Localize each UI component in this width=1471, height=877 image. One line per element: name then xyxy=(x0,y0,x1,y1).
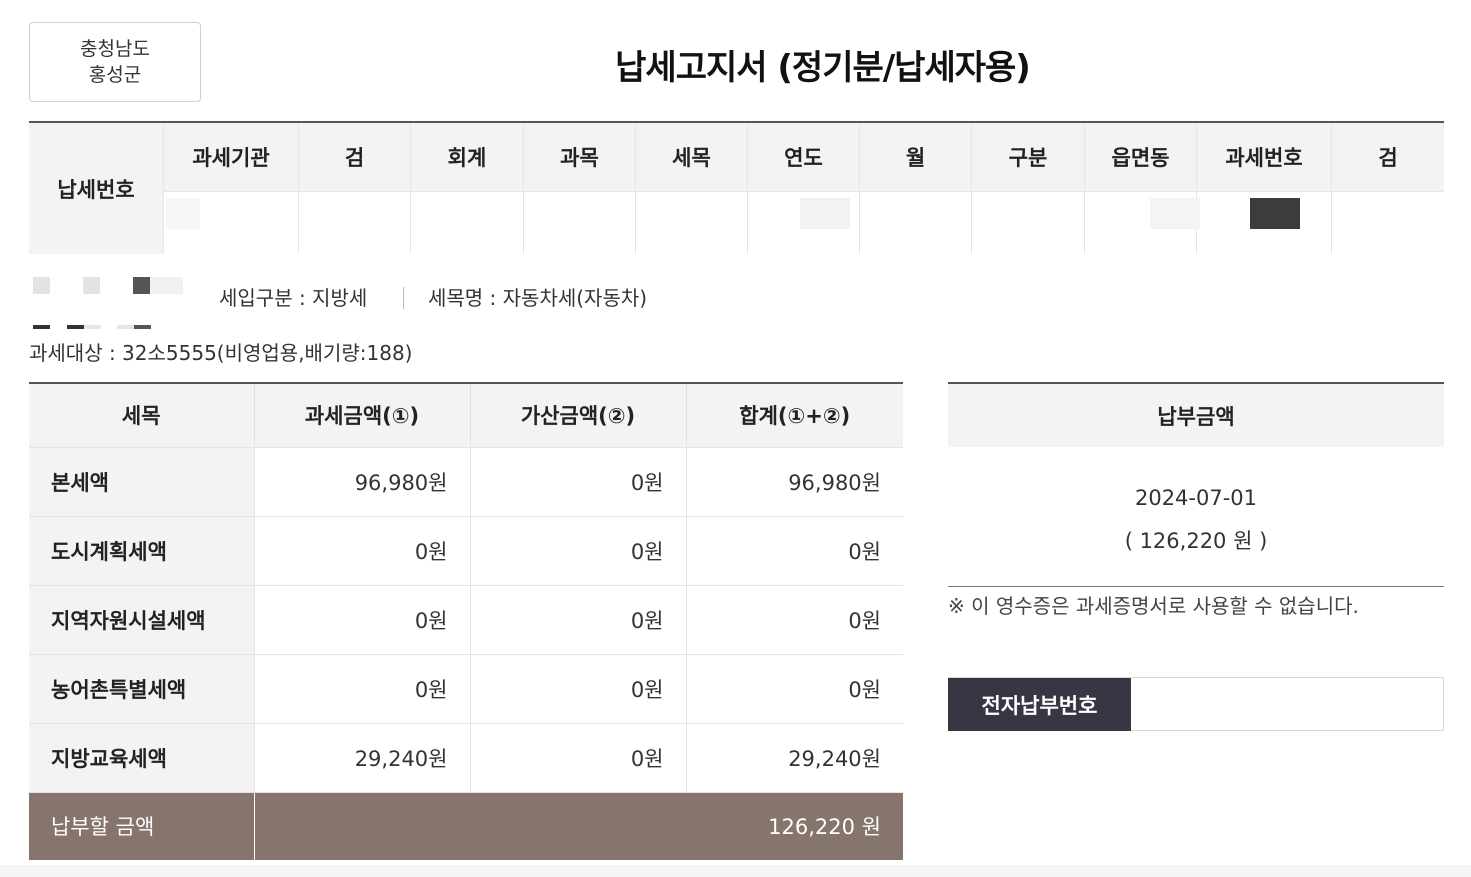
row-penalty: 0원 xyxy=(469,723,686,793)
val-account xyxy=(410,192,523,254)
table-row: 지방교육세액 29,240원 0원 29,240원 xyxy=(29,723,903,793)
val-check-1 xyxy=(298,192,410,254)
table-row: 농어촌특별세액 0원 0원 0원 xyxy=(29,654,903,724)
row-tax: 29,240원 xyxy=(253,723,470,793)
region-box: 충청남도 홍성군 xyxy=(29,22,201,102)
tax-number-label: 납세번호 xyxy=(29,123,163,254)
total-value: 126,220 원 xyxy=(253,792,903,860)
info-divider xyxy=(403,287,404,309)
row-item: 지역자원시설세액 xyxy=(29,585,254,655)
notice-text: ※ 이 영수증은 과세증명서로 사용할 수 없습니다. xyxy=(948,594,1359,618)
redaction-block xyxy=(134,325,151,329)
header-item: 세목 xyxy=(29,383,254,448)
val-category xyxy=(971,192,1084,254)
redaction-block xyxy=(83,277,100,294)
redaction-block xyxy=(166,198,200,229)
page-title: 납세고지서 (정기분/납세자용) xyxy=(615,48,1031,88)
row-tax: 0원 xyxy=(253,654,470,724)
redaction-block xyxy=(150,277,183,294)
row-total: 0원 xyxy=(685,516,903,586)
row-total: 0원 xyxy=(685,585,903,655)
redaction-block xyxy=(1150,198,1200,229)
redaction-block xyxy=(33,277,50,294)
col-check-2: 검 xyxy=(1331,123,1444,192)
val-tax-item xyxy=(635,192,747,254)
row-item: 농어촌특별세액 xyxy=(29,654,254,724)
total-label: 납부할 금액 xyxy=(29,792,254,860)
redaction-block xyxy=(1250,198,1300,229)
row-item: 본세액 xyxy=(29,447,254,517)
col-account: 회계 xyxy=(410,123,523,192)
header-tax-amount: 과세금액(①) xyxy=(253,383,470,448)
epay-label: 전자납부번호 xyxy=(948,678,1131,731)
col-subject: 과목 xyxy=(523,123,635,192)
header-penalty-amount: 가산금액(②) xyxy=(469,383,686,448)
header-sum: 합계(①+②) xyxy=(685,383,903,448)
redaction-block xyxy=(800,198,850,229)
val-check-2 xyxy=(1331,192,1444,254)
row-tax: 96,980원 xyxy=(253,447,470,517)
revenue-type: 세입구분 : 지방세 xyxy=(219,286,368,310)
payment-header: 납부금액 xyxy=(948,384,1444,447)
region-province: 충청남도 xyxy=(80,38,150,60)
payment-panel: 납부금액 2024-07-01 ( 126,220 원 ) xyxy=(948,382,1444,587)
col-tax-item: 세목 xyxy=(635,123,747,192)
table-row: 본세액 96,980원 0원 96,980원 xyxy=(29,447,903,517)
col-year: 연도 xyxy=(747,123,859,192)
row-penalty: 0원 xyxy=(469,654,686,724)
table-row: 지역자원시설세액 0원 0원 0원 xyxy=(29,585,903,655)
row-penalty: 0원 xyxy=(469,447,686,517)
total-row: 납부할 금액 126,220 원 xyxy=(29,792,903,860)
epay-value xyxy=(1131,678,1443,731)
tax-number-table: 납세번호 과세기관 검 회계 과목 세목 연도 월 구분 읍면동 과세번호 검 xyxy=(29,121,1444,254)
epay-box: 전자납부번호 xyxy=(948,677,1444,731)
col-district: 읍면동 xyxy=(1084,123,1196,192)
col-category: 구분 xyxy=(971,123,1084,192)
col-month: 월 xyxy=(859,123,971,192)
col-check-1: 검 xyxy=(298,123,410,192)
redaction-block xyxy=(133,277,150,294)
payment-date: 2024-07-01 xyxy=(1134,486,1258,510)
row-tax: 0원 xyxy=(253,585,470,655)
redaction-block xyxy=(33,325,50,329)
col-tax-office: 과세기관 xyxy=(163,123,298,192)
row-item: 도시계획세액 xyxy=(29,516,254,586)
row-total: 29,240원 xyxy=(685,723,903,793)
amounts-header-row: 세목 과세금액(①) 가산금액(②) 합계(①+②) xyxy=(29,383,903,448)
redaction-block xyxy=(117,325,134,329)
row-total: 0원 xyxy=(685,654,903,724)
tax-target: 과세대상 : 32소5555(비영업용,배기량:188) xyxy=(29,341,413,365)
col-tax-id: 과세번호 xyxy=(1196,123,1331,192)
tax-item-name: 세목명 : 자동차세(자동차) xyxy=(428,286,648,310)
val-subject xyxy=(523,192,635,254)
row-item: 지방교육세액 xyxy=(29,723,254,793)
amounts-table: 세목 과세금액(①) 가산금액(②) 합계(①+②) 본세액 96,980원 0… xyxy=(29,382,903,860)
row-penalty: 0원 xyxy=(469,585,686,655)
row-total: 96,980원 xyxy=(685,447,903,517)
val-month xyxy=(859,192,971,254)
payment-amount: ( 126,220 원 ) xyxy=(1124,529,1268,553)
redaction-block xyxy=(84,325,101,329)
bottom-strip xyxy=(0,865,1471,877)
row-tax: 0원 xyxy=(253,516,470,586)
region-county: 홍성군 xyxy=(88,64,142,86)
table-row: 도시계획세액 0원 0원 0원 xyxy=(29,516,903,586)
row-penalty: 0원 xyxy=(469,516,686,586)
redaction-block xyxy=(67,325,84,329)
